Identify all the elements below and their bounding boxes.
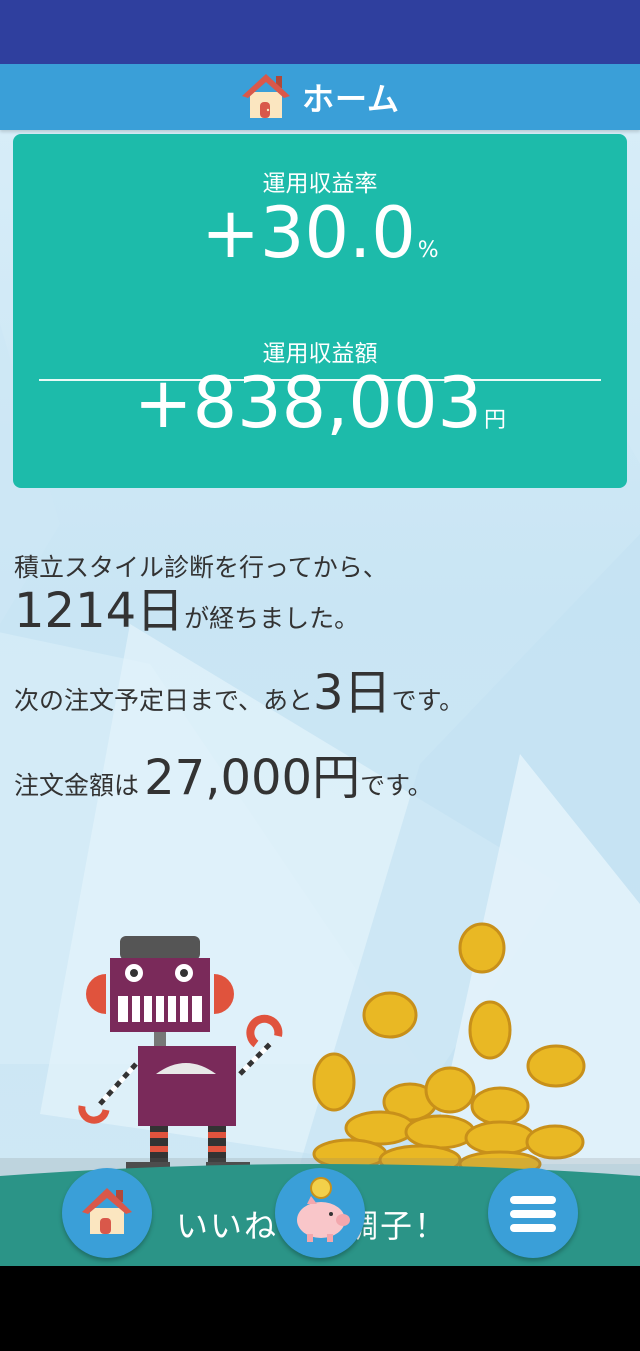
order-amount-prefix: 注文金額は <box>14 771 140 800</box>
return-rate-number: +30.0 <box>201 192 416 274</box>
app-screen: ホーム 運用収益率 +30.0% 運用収益額 +838,003円 積立スタイル診… <box>0 64 640 1266</box>
profit-amount-value: +838,003円 <box>13 368 627 438</box>
order-amount-suffix: です。 <box>360 771 433 800</box>
profit-amount-number: +838,003 <box>133 362 483 444</box>
house-icon <box>240 70 292 124</box>
return-rate-value: +30.0% <box>13 198 627 268</box>
elapsed-days: 1214日 <box>14 583 185 639</box>
return-rate-unit: % <box>417 238 439 263</box>
house-icon <box>82 1188 132 1234</box>
elapsed-days-suffix: が経ちました。 <box>184 604 360 633</box>
next-order-prefix: 次の注文予定日まで、あと <box>14 686 314 715</box>
diagnosis-since-text: 積立スタイル診断を行ってから、 <box>14 553 388 582</box>
savings-nav-button[interactable] <box>275 1168 365 1258</box>
profit-summary-card: 運用収益率 +30.0% 運用収益額 +838,003円 <box>13 134 627 488</box>
coin-pile-illustration <box>312 922 586 1178</box>
next-order-suffix: です。 <box>391 686 465 715</box>
order-amount: 27,000円 <box>144 750 361 806</box>
piggy-bank-icon <box>297 1177 350 1242</box>
order-amount-line: 注文金額は 27,000円です。 <box>14 754 433 802</box>
robot-mascot-illustration <box>78 936 283 1178</box>
profit-amount-unit: 円 <box>484 408 507 433</box>
home-nav-button[interactable] <box>62 1168 152 1258</box>
app-header: ホーム <box>0 64 640 130</box>
menu-button[interactable] <box>488 1168 578 1258</box>
page-title: ホーム <box>301 80 401 118</box>
next-order-days: 3日 <box>313 665 392 721</box>
status-bar <box>0 0 640 64</box>
system-nav-area <box>0 1266 640 1351</box>
elapsed-days-line: 1214日が経ちました。 <box>14 587 359 635</box>
hamburger-menu-icon <box>510 1196 556 1232</box>
next-order-line: 次の注文予定日まで、あと3日です。 <box>14 669 464 717</box>
